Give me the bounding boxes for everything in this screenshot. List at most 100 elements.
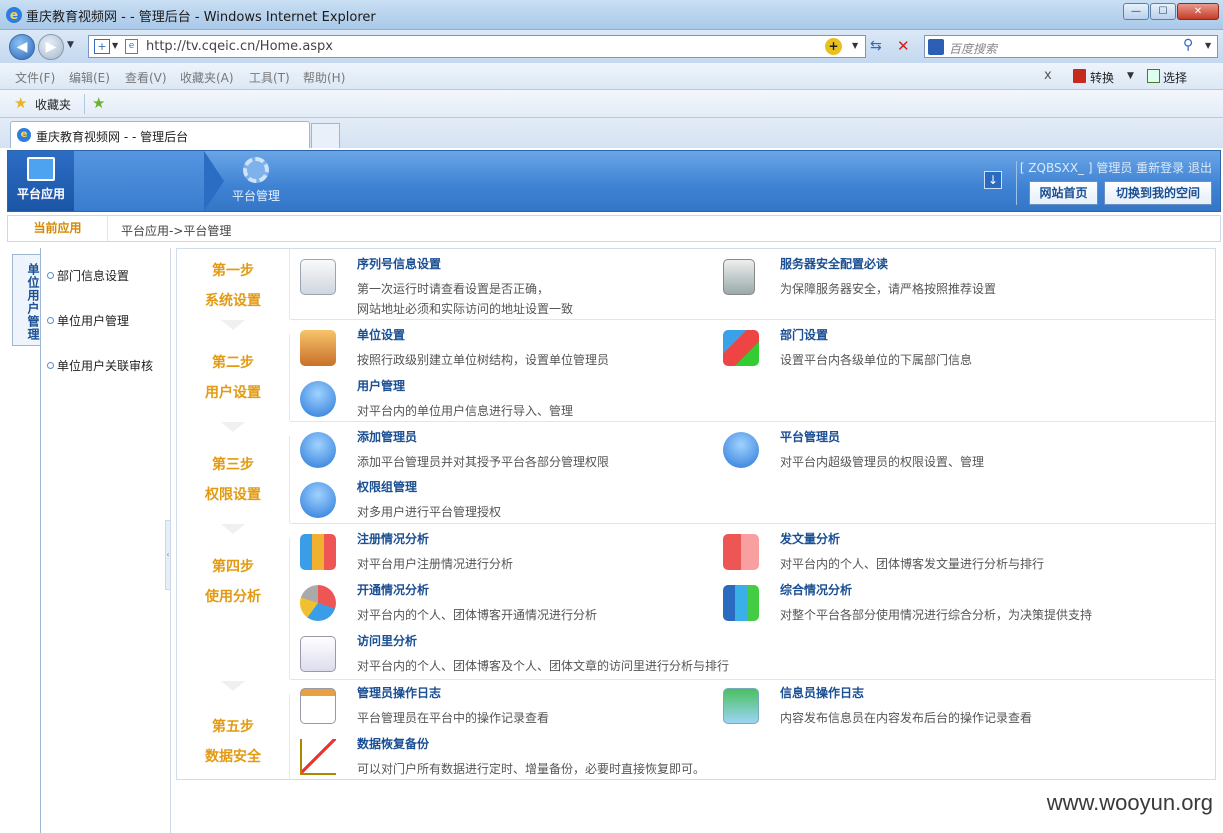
item-title[interactable]: 信息员操作日志 — [780, 684, 864, 701]
item-desc: 对平台内超级管理员的权限设置、管理 — [780, 455, 985, 469]
menu-tools[interactable]: 工具(T) — [249, 69, 290, 86]
user-info[interactable]: [ ZQBSXX_ ] 管理员 重新登录 退出 — [1020, 159, 1212, 176]
item-desc: 对多用户进行平台管理授权 — [357, 505, 502, 519]
sidebar-item-unit-user-mgmt[interactable]: 单位用户管理 — [47, 312, 129, 329]
refresh-icon[interactable]: ⇆ — [870, 38, 882, 54]
step-name: 用户设置 — [205, 385, 261, 401]
close-toolbar-button[interactable]: x — [1044, 68, 1052, 83]
site-home-button[interactable]: 网站首页 — [1029, 181, 1098, 205]
item-desc: 平台管理员在平台中的操作记录查看 — [357, 711, 550, 725]
sidebar-menu: 部门信息设置 单位用户管理 单位用户关联审核 — [40, 248, 171, 833]
item-title[interactable]: 访问里分析 — [357, 632, 417, 649]
item-title[interactable]: 数据恢复备份 — [357, 735, 429, 752]
item-desc: 设置平台内各级单位的下属部门信息 — [780, 353, 973, 367]
step-number: 第四步 — [212, 559, 254, 575]
item-title[interactable]: 发文量分析 — [780, 530, 840, 547]
item-desc: 对平台内的个人、团体博客开通情况进行分析 — [357, 608, 598, 622]
baidu-icon — [928, 39, 944, 55]
chevron-down-icon[interactable]: ▼ — [1127, 71, 1134, 81]
item-title[interactable]: 序列号信息设置 — [357, 255, 441, 272]
item-title[interactable]: 注册情况分析 — [357, 530, 429, 547]
row-divider — [290, 523, 1215, 524]
chevron-down-icon[interactable]: ▼ — [112, 41, 118, 50]
forward-button[interactable]: ▶ — [38, 34, 64, 60]
item-desc: 对平台内的个人、团体博客及个人、团体文章的访问里进行分析与排行 — [357, 659, 730, 673]
sidebar-collapse-handle[interactable]: ‹ — [165, 520, 171, 590]
current-app-label: 当前应用 — [8, 216, 108, 241]
nav-platform-app[interactable]: 平台应用 — [8, 151, 74, 211]
back-button[interactable]: ◀ — [9, 34, 35, 60]
item-title[interactable]: 综合情况分析 — [780, 581, 852, 598]
item-title[interactable]: 部门设置 — [780, 326, 828, 343]
user-icon — [300, 381, 336, 417]
search-input[interactable]: 百度搜索 ⚲ ▼ — [924, 35, 1218, 58]
item-title[interactable]: 管理员操作日志 — [357, 684, 441, 701]
sidebar-tab-unit-users[interactable]: 单位用户管理 — [12, 254, 40, 346]
menu-favorites[interactable]: 收藏夹(A) — [180, 69, 234, 86]
item-title[interactable]: 权限组管理 — [357, 478, 417, 495]
step-number: 第一步 — [212, 263, 254, 279]
nav-platform-mgmt[interactable]: 平台管理 — [226, 151, 286, 211]
item-title[interactable]: 单位设置 — [357, 326, 405, 343]
cubes-icon — [723, 330, 759, 366]
history-dropdown-icon[interactable]: ▼ — [67, 40, 74, 50]
item-title[interactable]: 用户管理 — [357, 377, 405, 394]
house-icon — [300, 330, 336, 366]
tab-active[interactable]: e 重庆教育视频网 - - 管理后台 — [10, 121, 310, 148]
favorites-button[interactable]: 收藏夹 — [35, 96, 71, 113]
chevron-down-icon[interactable]: ▼ — [1205, 41, 1211, 50]
nav-platform-app-label: 平台应用 — [16, 187, 65, 201]
row-divider — [290, 679, 1215, 680]
chevron-right-icon — [204, 151, 224, 211]
stop-icon[interactable]: ✕ — [897, 37, 910, 55]
item-title[interactable]: 开通情况分析 — [357, 581, 429, 598]
address-input[interactable]: + ▼ e http://tv.cqeic.cn/Home.aspx + ▼ — [88, 35, 866, 58]
step-arrow — [221, 681, 245, 691]
item-desc: 内容发布信息员在内容发布后台的操作记录查看 — [780, 711, 1033, 725]
new-tab-button[interactable] — [311, 123, 340, 148]
maximize-button[interactable]: ☐ — [1150, 3, 1176, 20]
watermark: www.wooyun.org — [1046, 790, 1213, 815]
switch-space-button[interactable]: 切换到我的空间 — [1104, 181, 1212, 205]
divider — [84, 94, 85, 114]
menu-view[interactable]: 查看(V) — [125, 69, 167, 86]
add-icon[interactable]: + — [825, 38, 842, 55]
convert-button[interactable]: 转换 — [1090, 69, 1114, 86]
item-title[interactable]: 添加管理员 — [357, 428, 417, 445]
row-divider — [290, 319, 1215, 320]
nav-platform-mgmt-label: 平台管理 — [231, 189, 280, 203]
close-window-button[interactable]: ✕ — [1177, 3, 1219, 20]
item-desc: 对整个平台各部分使用情况进行综合分析，为决策提供支持 — [780, 608, 1093, 622]
chevron-down-icon[interactable]: ▼ — [852, 41, 858, 50]
sidebar-item-label: 部门信息设置 — [57, 269, 130, 283]
item-title[interactable]: 服务器安全配置必读 — [780, 255, 888, 272]
nav-divider — [74, 151, 204, 211]
monitor-icon — [27, 157, 55, 181]
sidebar-item-unit-user-review[interactable]: 单位用户关联审核 — [47, 357, 153, 374]
bullet-icon — [47, 317, 54, 324]
select-button[interactable]: 选择 — [1163, 69, 1187, 86]
search-icon[interactable]: ⚲ — [1183, 37, 1193, 53]
security-icon: + — [94, 39, 110, 54]
tab-title: 重庆教育视频网 - - 管理后台 — [36, 130, 189, 144]
item-desc: 按照行政级别建立单位树结构，设置单位管理员 — [357, 353, 610, 367]
sidebar-item-label: 单位用户关联审核 — [57, 359, 154, 373]
server-icon — [723, 259, 755, 295]
minimize-button[interactable]: — — [1123, 3, 1149, 20]
arrow-down-icon[interactable]: ↓ — [984, 171, 1002, 189]
page-icon: e — [125, 39, 138, 54]
menu-file[interactable]: 文件(F) — [15, 69, 55, 86]
step-4: 第四步 使用分析 — [177, 538, 290, 679]
sidebar-item-dept-info[interactable]: 部门信息设置 — [47, 267, 129, 284]
menu-bar: 文件(F) 编辑(E) 查看(V) 收藏夹(A) 工具(T) 帮助(H) x 转… — [0, 63, 1223, 90]
add-favorite-icon[interactable]: ★ — [92, 94, 105, 112]
menu-edit[interactable]: 编辑(E) — [69, 69, 110, 86]
item-desc: 第一次运行时请查看设置是否正确， — [357, 282, 550, 296]
item-desc: 对平台内的个人、团体博客发文量进行分析与排行 — [780, 557, 1045, 571]
step-5: 第五步 数据安全 — [177, 694, 290, 779]
favorites-bar: ★ 收藏夹 ★ — [0, 90, 1223, 118]
item-title[interactable]: 平台管理员 — [780, 428, 840, 445]
user-edit-icon — [300, 432, 336, 468]
bar-chart-icon — [723, 534, 759, 570]
menu-help[interactable]: 帮助(H) — [303, 69, 345, 86]
